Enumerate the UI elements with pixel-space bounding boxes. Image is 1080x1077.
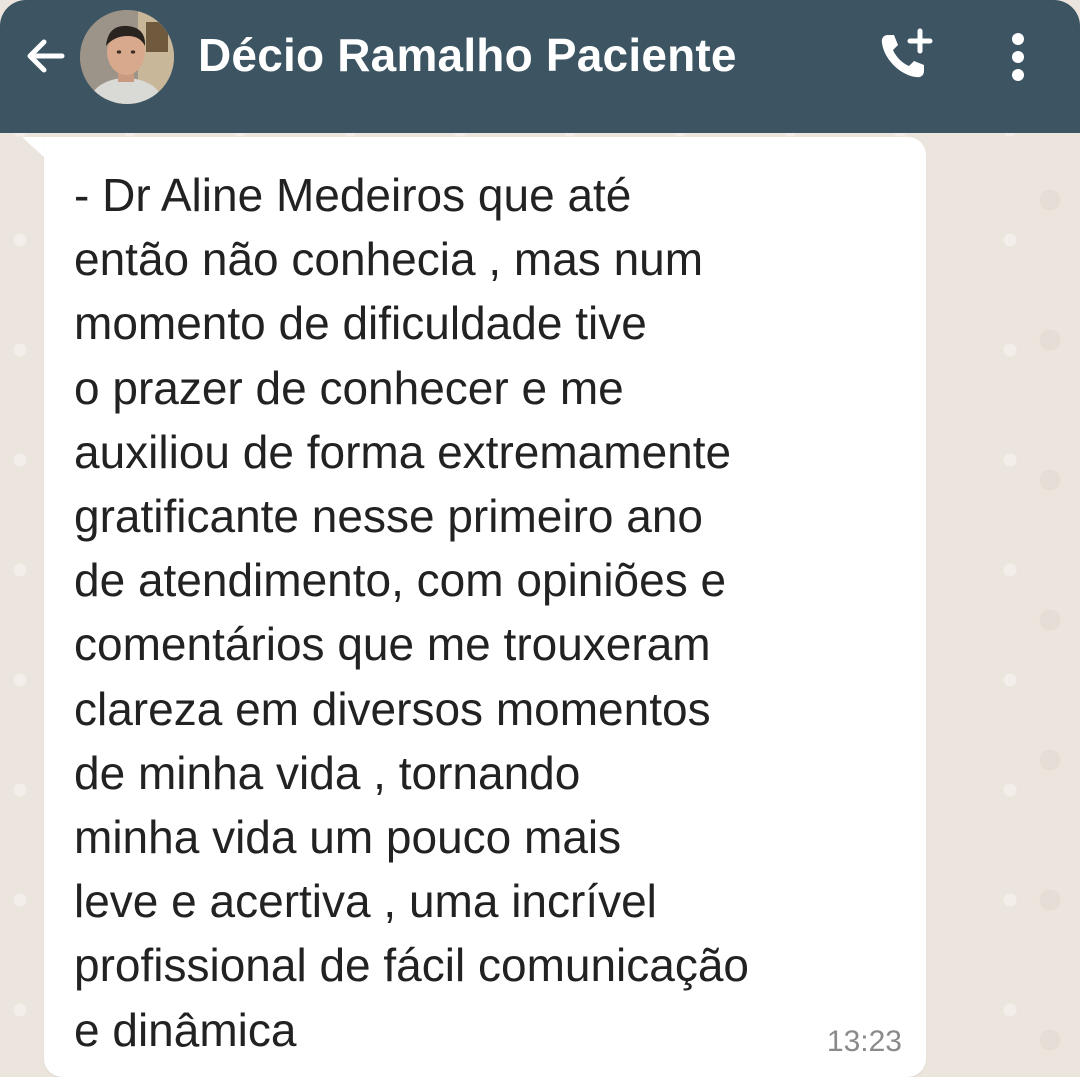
add-call-button[interactable]	[868, 24, 940, 90]
chat-header: Décio Ramalho Paciente	[0, 0, 1080, 133]
bubble-tail	[22, 137, 46, 159]
avatar-image	[80, 10, 174, 104]
contact-name[interactable]: Décio Ramalho Paciente	[198, 28, 737, 82]
arrow-left-icon	[27, 39, 65, 73]
message-bubble[interactable]: - Dr Aline Medeiros que até então não co…	[44, 137, 926, 1077]
message-timestamp: 13:23	[826, 1025, 902, 1058]
message-text: - Dr Aline Medeiros que até então não co…	[74, 169, 750, 1056]
back-button[interactable]	[16, 26, 76, 86]
more-options-button[interactable]	[988, 24, 1048, 90]
more-vert-icon	[1012, 33, 1024, 81]
contact-avatar[interactable]	[80, 10, 174, 104]
add-call-icon	[881, 28, 933, 78]
